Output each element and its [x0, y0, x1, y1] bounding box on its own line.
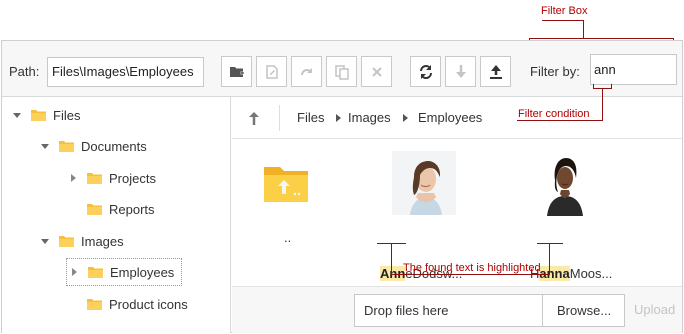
annotation-line	[391, 274, 550, 275]
folder-icon	[87, 299, 102, 310]
rename-icon	[265, 64, 278, 79]
delete-button[interactable]	[361, 56, 392, 87]
create-folder-icon	[229, 66, 244, 77]
filter-condition-annotation: Filter condition	[518, 108, 590, 120]
folder-icon	[31, 110, 46, 121]
folder-icon	[87, 204, 102, 215]
download-button[interactable]	[445, 56, 476, 87]
toolbar: Path: Files\Images\Employees Filter by: …	[2, 41, 682, 97]
collapse-arrow-icon[interactable]	[69, 267, 79, 277]
annotation-line	[602, 88, 603, 120]
filter-label: Filter by:	[530, 64, 580, 79]
annotation-line	[611, 84, 612, 89]
path-label: Path:	[9, 64, 40, 79]
up-folder-item[interactable]	[262, 164, 312, 206]
filter-box-annotation: Filter Box	[541, 5, 588, 17]
breadcrumb-item-images[interactable]: Images	[348, 110, 391, 125]
folder-tree: Files Documents Projects Reports Images …	[2, 97, 231, 333]
breadcrumb-item-files[interactable]: Files	[297, 110, 324, 125]
annotation-line	[391, 243, 392, 275]
tree-node-images[interactable]: Images	[40, 231, 124, 251]
annotation-line	[583, 20, 584, 39]
tree-node-files[interactable]: Files	[12, 105, 80, 125]
file-item-hanna[interactable]	[545, 150, 585, 216]
drop-zone[interactable]: Drop files here	[354, 294, 543, 327]
annotation-line	[529, 38, 674, 39]
upload-bar: Drop files here Browse... Upload	[232, 286, 682, 333]
tree-node-product-icons[interactable]: Product icons	[87, 294, 188, 314]
file-item-anne[interactable]	[392, 151, 456, 215]
copy-button[interactable]	[326, 56, 357, 87]
chevron-right-icon	[403, 114, 408, 122]
upload-button[interactable]: Upload	[634, 302, 675, 317]
annotation-line	[593, 84, 594, 89]
breadcrumb: Files Images Employees	[232, 97, 682, 139]
tree-node-employees[interactable]: Employees	[66, 258, 183, 286]
annotation-line	[537, 243, 563, 244]
person-photo-icon	[545, 150, 585, 216]
tree-node-label: Images	[81, 233, 124, 249]
chevron-right-icon	[336, 114, 341, 122]
expand-arrow-icon[interactable]	[40, 141, 50, 151]
rename-button[interactable]	[256, 56, 287, 87]
expand-arrow-icon[interactable]	[12, 110, 22, 120]
up-folder-label: ..	[284, 230, 292, 245]
download-icon	[455, 64, 466, 78]
found-text-annotation: The found text is highlighted	[403, 262, 541, 274]
create-folder-button[interactable]	[221, 56, 252, 87]
folder-icon	[59, 141, 74, 152]
tree-node-label: Projects	[109, 170, 156, 186]
file-manager: Path: Files\Images\Employees Filter by: …	[1, 40, 683, 333]
tree-node-documents[interactable]: Documents	[40, 136, 147, 156]
move-button[interactable]	[291, 56, 322, 87]
tree-node-label: Documents	[81, 138, 147, 154]
annotation-line	[517, 120, 603, 121]
path-input[interactable]: Files\Images\Employees	[47, 57, 204, 87]
folder-icon	[59, 236, 74, 247]
folder-icon	[87, 173, 102, 184]
filter-input[interactable]: ann	[590, 54, 677, 85]
upload-icon	[489, 64, 502, 79]
tree-node-reports[interactable]: Reports	[87, 199, 155, 219]
breadcrumb-item-employees[interactable]: Employees	[418, 110, 482, 125]
redo-icon	[300, 67, 312, 75]
person-photo-icon	[392, 151, 456, 215]
divider	[279, 105, 280, 131]
tree-node-label: Product icons	[109, 296, 188, 312]
up-folder-icon	[264, 167, 308, 202]
tree-node-label: Files	[53, 107, 81, 123]
browse-button[interactable]: Browse...	[542, 294, 625, 327]
collapse-arrow-icon[interactable]	[68, 173, 78, 183]
tree-node-label: Employees	[110, 264, 175, 280]
refresh-icon	[419, 64, 432, 79]
upload-toolbar-button[interactable]	[480, 56, 511, 87]
tree-node-label: Reports	[109, 201, 155, 217]
copy-icon	[334, 64, 349, 80]
tree-node-projects[interactable]: Projects	[68, 168, 156, 188]
up-arrow-icon[interactable]	[246, 110, 262, 126]
expand-arrow-icon[interactable]	[40, 236, 50, 246]
annotation-line	[549, 243, 550, 275]
folder-icon	[88, 267, 103, 278]
annotation-line	[542, 20, 584, 21]
close-icon	[371, 66, 382, 77]
refresh-button[interactable]	[410, 56, 441, 87]
